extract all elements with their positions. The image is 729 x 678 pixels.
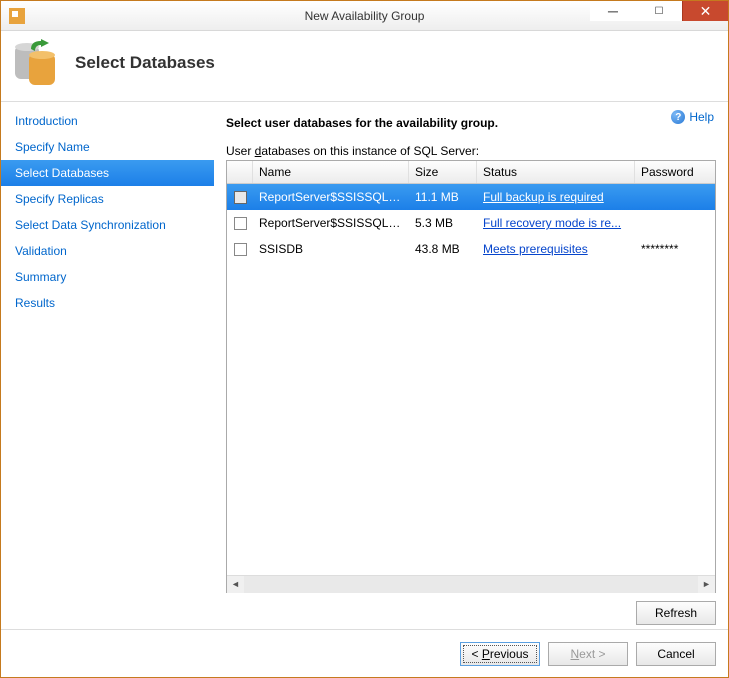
table-row[interactable]: ReportServer$SSISSQLSER... 11.1 MB Full … (227, 184, 715, 210)
cell-status: Full backup is required (477, 190, 635, 204)
cell-name: SSISDB (253, 242, 409, 256)
close-button[interactable]: ✕ (682, 1, 728, 21)
wizard-main: ? Help Select user databases for the ava… (214, 102, 728, 629)
nav-select-data-sync[interactable]: Select Data Synchronization (1, 212, 214, 238)
database-grid: Name Size Status Password ReportServer$S… (226, 160, 716, 593)
row-checkbox[interactable] (227, 191, 253, 204)
cell-status: Full recovery mode is re... (477, 216, 635, 230)
nav-results[interactable]: Results (1, 290, 214, 316)
maximize-button[interactable]: ☐ (636, 1, 682, 21)
help-label: Help (689, 110, 714, 124)
window-controls: ─ ☐ ✕ (590, 1, 728, 21)
wizard-icon (15, 39, 63, 87)
cell-status: Meets prerequisites (477, 242, 635, 256)
list-label-pre: User (226, 144, 255, 158)
column-checkbox[interactable] (227, 161, 253, 183)
column-password[interactable]: Password (635, 161, 715, 183)
column-status[interactable]: Status (477, 161, 635, 183)
list-label: User databases on this instance of SQL S… (226, 144, 716, 158)
row-checkbox[interactable] (227, 243, 253, 256)
nav-validation[interactable]: Validation (1, 238, 214, 264)
nav-specify-name[interactable]: Specify Name (1, 134, 214, 160)
table-row[interactable]: ReportServer$SSISSQLSER... 5.3 MB Full r… (227, 210, 715, 236)
horizontal-scrollbar[interactable]: ◄ ► (227, 575, 715, 592)
cell-name: ReportServer$SSISSQLSER... (253, 190, 409, 204)
previous-button[interactable]: < Previous (460, 642, 540, 666)
list-label-post: atabases on this instance of SQL Server: (261, 144, 479, 158)
refresh-row: Refresh (226, 593, 716, 629)
instruction-text: Select user databases for the availabili… (226, 116, 716, 130)
scroll-track[interactable] (244, 576, 698, 593)
scroll-right-icon[interactable]: ► (698, 576, 715, 593)
prev-post: revious (490, 647, 529, 661)
refresh-button[interactable]: Refresh (636, 601, 716, 625)
next-button[interactable]: Next > (548, 642, 628, 666)
status-link[interactable]: Meets prerequisites (483, 242, 588, 256)
cell-password: ******** (635, 242, 715, 256)
help-icon: ? (671, 110, 685, 124)
wizard-footer: < Previous Next > Cancel (1, 629, 728, 677)
table-row[interactable]: SSISDB 43.8 MB Meets prerequisites *****… (227, 236, 715, 262)
nav-specify-replicas[interactable]: Specify Replicas (1, 186, 214, 212)
wizard-header: Select Databases (1, 31, 728, 102)
cancel-button[interactable]: Cancel (636, 642, 716, 666)
cell-name: ReportServer$SSISSQLSER... (253, 216, 409, 230)
wizard-body: Introduction Specify Name Select Databas… (1, 102, 728, 629)
help-link[interactable]: ? Help (671, 110, 714, 124)
nav-summary[interactable]: Summary (1, 264, 214, 290)
grid-body: ReportServer$SSISSQLSER... 11.1 MB Full … (227, 184, 715, 575)
page-title: Select Databases (75, 53, 215, 73)
cell-size: 5.3 MB (409, 216, 477, 230)
minimize-button[interactable]: ─ (590, 1, 636, 21)
status-link[interactable]: Full recovery mode is re... (483, 216, 621, 230)
wizard-nav: Introduction Specify Name Select Databas… (1, 102, 214, 629)
status-link[interactable]: Full backup is required (483, 190, 604, 204)
nav-introduction[interactable]: Introduction (1, 108, 214, 134)
column-size[interactable]: Size (409, 161, 477, 183)
prev-accel: P (482, 647, 490, 661)
cell-size: 11.1 MB (409, 190, 477, 204)
titlebar: New Availability Group ─ ☐ ✕ (1, 1, 728, 31)
next-accel: N (570, 647, 579, 661)
cell-size: 43.8 MB (409, 242, 477, 256)
row-checkbox[interactable] (227, 217, 253, 230)
next-post: ext > (579, 647, 605, 661)
nav-select-databases[interactable]: Select Databases (1, 160, 214, 186)
scroll-left-icon[interactable]: ◄ (227, 576, 244, 593)
column-name[interactable]: Name (253, 161, 409, 183)
grid-header: Name Size Status Password (227, 161, 715, 184)
prev-pre: < (471, 647, 481, 661)
